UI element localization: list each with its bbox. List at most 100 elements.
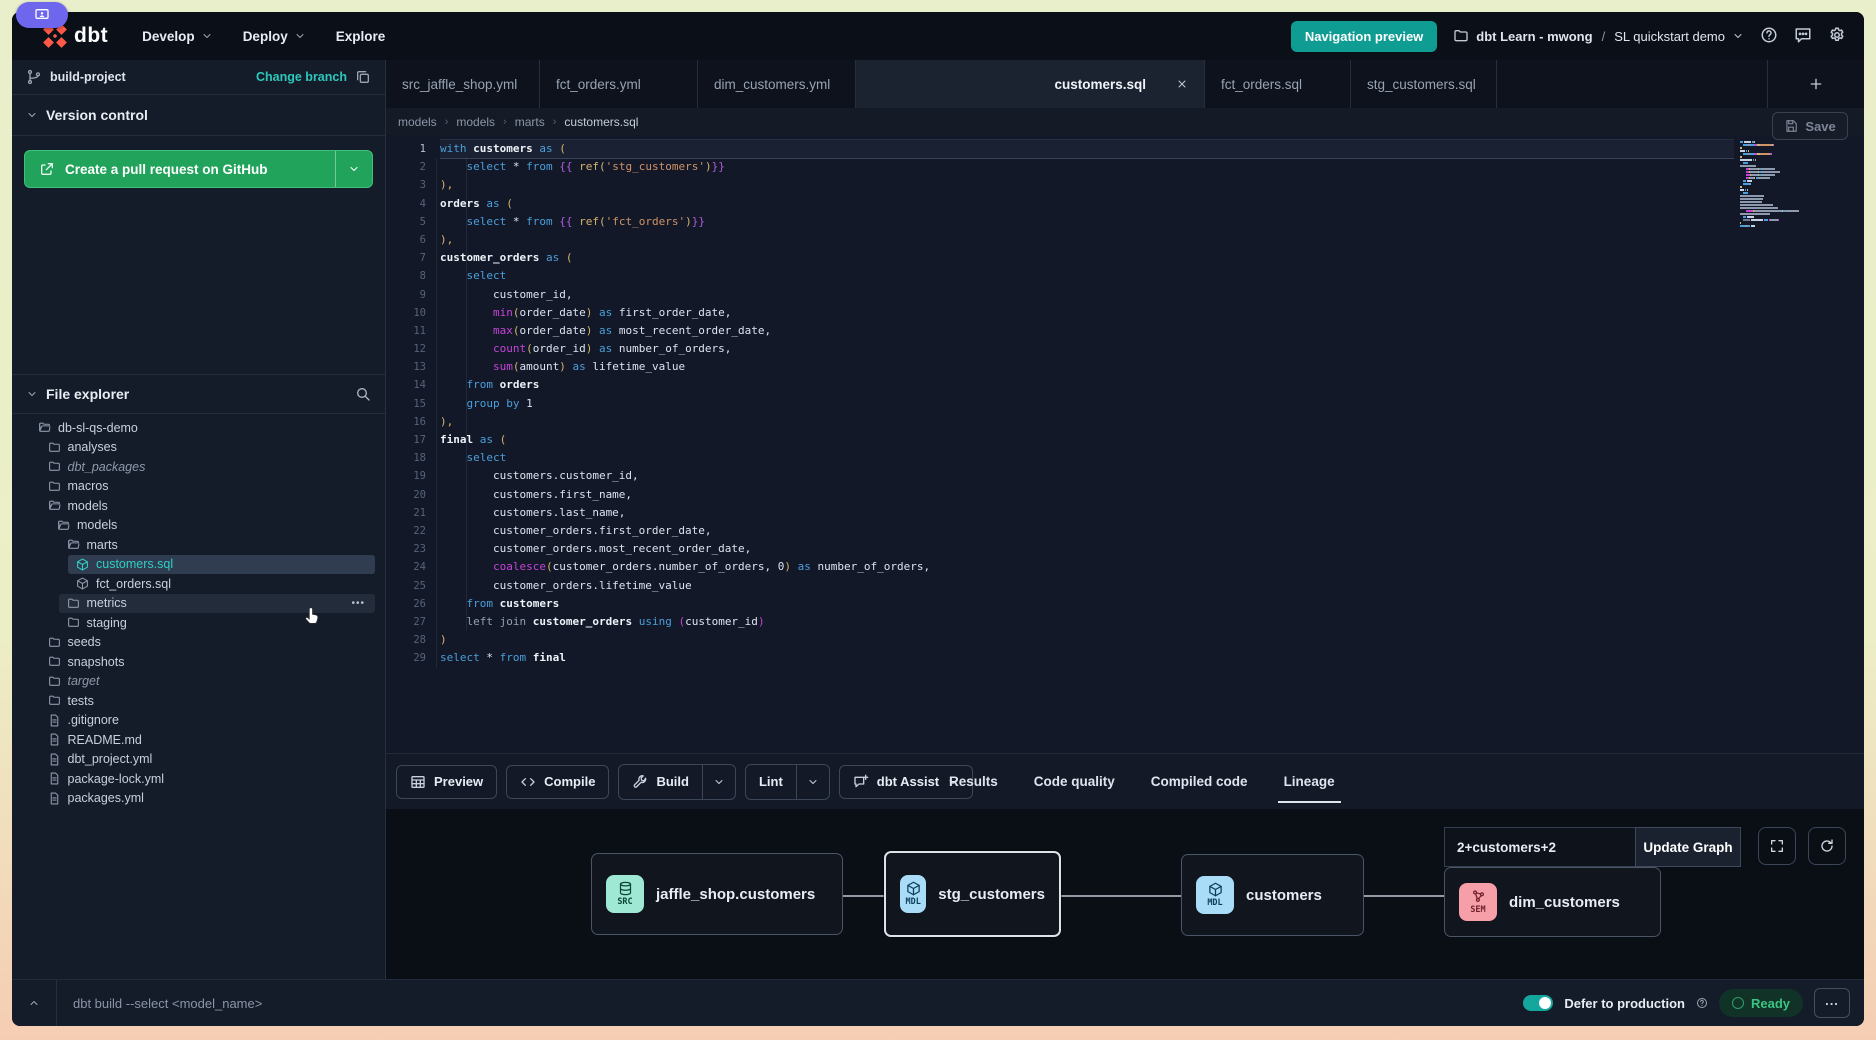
- preview-button[interactable]: Preview: [396, 765, 497, 799]
- tab-stg_customers[interactable]: stg_customers.sql: [1351, 60, 1497, 108]
- lineage-node-dim-customers[interactable]: SEM dim_customers: [1444, 867, 1661, 937]
- tree-item-README.md[interactable]: README.md: [12, 730, 385, 750]
- row-menu-button[interactable]: •••: [351, 598, 365, 609]
- tab-customers-sql[interactable]: customers.sql: [856, 60, 1205, 108]
- tree-item-dbt_packages[interactable]: dbt_packages: [12, 457, 385, 477]
- tree-item-customers.sql[interactable]: customers.sql: [68, 555, 375, 575]
- expand-command-bar-button[interactable]: [12, 980, 56, 1026]
- compile-button[interactable]: Compile: [506, 765, 609, 799]
- tab-lineage[interactable]: Lineage: [1284, 754, 1335, 809]
- tree-item-tests[interactable]: tests: [12, 691, 385, 711]
- tab-results[interactable]: Results: [949, 754, 998, 809]
- lineage-node-stg-customers[interactable]: MDL stg_customers: [884, 851, 1061, 937]
- copy-icon[interactable]: [355, 69, 371, 85]
- search-icon[interactable]: [355, 386, 371, 402]
- tab-dim_customers[interactable]: dim_customers.yml: [698, 60, 856, 108]
- menu-deploy[interactable]: Deploy: [243, 29, 306, 44]
- code-line[interactable]: group by 1: [440, 395, 1734, 413]
- minimap[interactable]: [1740, 141, 1830, 228]
- settings-button[interactable]: [1828, 26, 1846, 47]
- tree-item-models[interactable]: models: [12, 516, 385, 536]
- close-icon[interactable]: [1176, 78, 1188, 90]
- code-line[interactable]: ),: [440, 231, 1734, 249]
- code-line[interactable]: customers.last_name,: [440, 504, 1734, 522]
- code-line[interactable]: orders as (: [440, 195, 1734, 213]
- tree-item-db-sl-qs-demo[interactable]: db-sl-qs-demo: [12, 418, 385, 438]
- code-line[interactable]: final as (: [440, 431, 1734, 449]
- tree-item-marts[interactable]: marts: [12, 535, 385, 555]
- tree-item-dbt_project.yml[interactable]: dbt_project.yml: [12, 750, 385, 770]
- tab-compiled-code[interactable]: Compiled code: [1151, 754, 1248, 809]
- code-line[interactable]: customer_orders as (: [440, 249, 1734, 267]
- tab-fct_orders-yml[interactable]: fct_orders.yml: [540, 60, 698, 108]
- tree-item-macros[interactable]: macros: [12, 477, 385, 497]
- version-control-header[interactable]: Version control: [12, 95, 385, 136]
- tree-item-fct_orders.sql[interactable]: fct_orders.sql: [12, 574, 385, 594]
- code-line[interactable]: select * from {{ ref('fct_orders')}}: [440, 213, 1734, 231]
- build-dropdown[interactable]: [702, 765, 735, 799]
- code-line[interactable]: select * from final: [440, 649, 1734, 667]
- tab-fct_orders-sql[interactable]: fct_orders.sql: [1205, 60, 1351, 108]
- code-line[interactable]: max(order_date) as most_recent_order_dat…: [440, 322, 1734, 340]
- tab-src_jaffle_shop[interactable]: src_jaffle_shop.yml: [386, 60, 540, 108]
- tree-item-staging[interactable]: staging: [12, 613, 385, 633]
- command-input[interactable]: dbt build --select <model_name>: [73, 996, 262, 1011]
- save-button[interactable]: Save: [1772, 112, 1848, 140]
- pr-dropdown-button[interactable]: [335, 151, 372, 187]
- crumb-models[interactable]: models: [398, 115, 437, 129]
- code-line[interactable]: customers.customer_id,: [440, 467, 1734, 485]
- tree-item-analyses[interactable]: analyses: [12, 438, 385, 458]
- code-line[interactable]: min(order_date) as first_order_date,: [440, 304, 1734, 322]
- tree-item-target[interactable]: target: [12, 672, 385, 692]
- navigation-preview-button[interactable]: Navigation preview: [1291, 21, 1437, 52]
- code-line[interactable]: coalesce(customer_orders.number_of_order…: [440, 558, 1734, 576]
- code-line[interactable]: customer_orders.lifetime_value: [440, 577, 1734, 595]
- menu-explore[interactable]: Explore: [336, 29, 386, 44]
- tree-item-.gitignore[interactable]: .gitignore: [12, 711, 385, 731]
- tree-item-packages.yml[interactable]: packages.yml: [12, 789, 385, 809]
- fullscreen-button[interactable]: [1758, 827, 1796, 865]
- crumb-marts[interactable]: marts: [515, 115, 545, 129]
- refresh-button[interactable]: [1808, 827, 1846, 865]
- code-line[interactable]: with customers as (: [440, 140, 1734, 158]
- code-line[interactable]: customers.first_name,: [440, 486, 1734, 504]
- lint-dropdown[interactable]: [796, 765, 829, 799]
- code-line[interactable]: count(order_id) as number_of_orders,: [440, 340, 1734, 358]
- code-line[interactable]: ),: [440, 413, 1734, 431]
- code-content[interactable]: with customers as ( select * from {{ ref…: [440, 140, 1734, 667]
- code-line[interactable]: select: [440, 267, 1734, 285]
- lineage-graph[interactable]: SRC jaffle_shop.customers MDL stg_custom…: [386, 809, 1864, 979]
- tree-item-seeds[interactable]: seeds: [12, 633, 385, 653]
- menu-develop[interactable]: Develop: [142, 29, 213, 44]
- lineage-node-jaffle-shop-customers[interactable]: SRC jaffle_shop.customers: [591, 853, 843, 935]
- feedback-button[interactable]: [1794, 26, 1812, 47]
- code-line[interactable]: customer_orders.most_recent_order_date,: [440, 540, 1734, 558]
- defer-toggle[interactable]: [1523, 995, 1553, 1011]
- lineage-selector-input[interactable]: [1444, 827, 1636, 867]
- tree-item-models[interactable]: models: [12, 496, 385, 516]
- new-tab-button[interactable]: [1767, 60, 1864, 108]
- change-branch-link[interactable]: Change branch: [256, 70, 347, 84]
- code-line[interactable]: customer_id,: [440, 286, 1734, 304]
- file-explorer-header[interactable]: File explorer: [12, 374, 385, 414]
- code-line[interactable]: customer_orders.first_order_date,: [440, 522, 1734, 540]
- update-graph-button[interactable]: Update Graph: [1635, 827, 1741, 867]
- tree-item-snapshots[interactable]: snapshots: [12, 652, 385, 672]
- help-icon[interactable]: [1696, 997, 1708, 1009]
- lineage-node-customers[interactable]: MDL customers: [1181, 854, 1364, 936]
- tab-code-quality[interactable]: Code quality: [1034, 754, 1115, 809]
- more-options-button[interactable]: ...: [1814, 988, 1850, 1018]
- build-button[interactable]: Build: [619, 765, 702, 799]
- help-button[interactable]: [1760, 26, 1778, 47]
- create-pr-button[interactable]: Create a pull request on GitHub: [24, 150, 373, 188]
- crumb-models[interactable]: models: [456, 115, 495, 129]
- code-line[interactable]: sum(amount) as lifetime_value: [440, 358, 1734, 376]
- tree-item-package-lock.yml[interactable]: package-lock.yml: [12, 769, 385, 789]
- code-line[interactable]: select * from {{ ref('stg_customers')}}: [440, 158, 1734, 176]
- project-breadcrumb[interactable]: dbt Learn - mwong / SL quickstart demo: [1453, 28, 1744, 44]
- code-line[interactable]: from customers: [440, 595, 1734, 613]
- code-line[interactable]: left join customer_orders using (custome…: [440, 613, 1734, 631]
- code-line[interactable]: ): [440, 631, 1734, 649]
- code-editor[interactable]: 1234567891011121314151617181920212223242…: [386, 135, 1864, 753]
- code-line[interactable]: ),: [440, 176, 1734, 194]
